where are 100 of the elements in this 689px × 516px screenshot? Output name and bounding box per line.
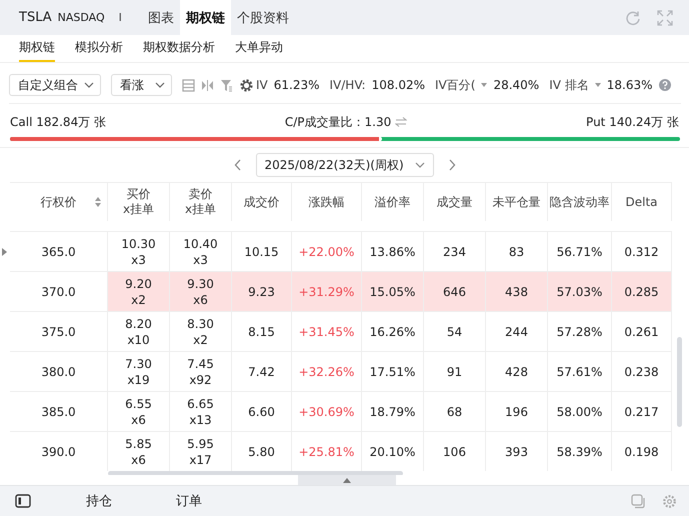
settings-icon[interactable] xyxy=(239,78,254,92)
iv-percentile-label: IV百分( xyxy=(435,76,476,94)
column-header[interactable]: 涨跌幅 xyxy=(308,194,344,210)
table-cell: 68 xyxy=(446,404,462,418)
previous-icon[interactable] xyxy=(234,159,242,171)
sort-icon[interactable] xyxy=(95,197,101,207)
table-row[interactable]: 385.0 6.55 x6 6.65 x13 6.60 +30.69% 18.79% 68 196 58.00% 0.217 xyxy=(10,391,672,431)
iv-rank-value: 18.63% xyxy=(606,78,653,92)
table-cell: 8.20 x10 xyxy=(125,316,152,348)
chevron-down-icon[interactable] xyxy=(414,162,424,168)
bottom-tab[interactable]: 持仓 xyxy=(77,492,121,510)
table-row[interactable]: 380.0 7.30 x19 7.45 x92 7.42 +32.26% 17.51% 91 428 57.61% 0.238 xyxy=(10,351,672,391)
table-cell: 0.238 xyxy=(624,364,659,378)
table-cell: +30.69% xyxy=(298,404,354,418)
table-cell: 6.60 xyxy=(248,404,275,418)
table-cell: 438 xyxy=(505,284,528,298)
table-cell: 385.0 xyxy=(41,404,76,418)
table-row[interactable]: 370.0 9.20 x2 9.30 x6 9.23 +31.29% 15.05% 646 438 57.03% 0.285 xyxy=(10,271,672,311)
table-cell: 0.285 xyxy=(624,284,659,298)
table-cell: 9.20 x2 xyxy=(125,276,152,308)
table-cell: 13.86% xyxy=(370,244,416,258)
table-cell: 0.261 xyxy=(624,324,659,338)
fullscreen-icon[interactable] xyxy=(657,10,673,26)
column-header[interactable]: 买价 x挂单 xyxy=(122,187,154,217)
view-tab[interactable]: 图表 xyxy=(142,0,180,35)
table-cell: +22.00% xyxy=(298,244,354,258)
table-cell: 106 xyxy=(443,444,466,458)
table-cell: 83 xyxy=(508,244,524,258)
bottom-tab[interactable]: 订单 xyxy=(167,492,211,510)
table-cell: 56.71% xyxy=(556,244,602,258)
table-cell: 0.312 xyxy=(624,244,659,258)
column-header[interactable]: 行权价 xyxy=(40,194,76,210)
sub-tab[interactable]: 期权链 xyxy=(19,35,55,62)
caret-icon[interactable] xyxy=(481,83,488,87)
table-cell: 390.0 xyxy=(41,444,76,458)
table-cell: 0.217 xyxy=(624,404,659,418)
table-cell: 10.40 x3 xyxy=(183,236,218,268)
table-cell: 375.0 xyxy=(41,324,76,338)
call-volume: Call 182.84万 张 xyxy=(10,114,106,130)
table-cell: 5.95 x17 xyxy=(187,436,214,468)
next-icon[interactable] xyxy=(448,159,456,171)
table-cell: 57.61% xyxy=(556,364,602,378)
expiry-dropdown[interactable]: 2025/08/22(32天)(周权) xyxy=(256,153,434,177)
iv-rank-label: IV 排名 xyxy=(549,76,589,94)
column-header[interactable]: 未平仓量 xyxy=(492,194,540,210)
direction-dropdown[interactable]: 看涨 xyxy=(111,74,172,96)
sub-tab[interactable]: 期权数据分析 xyxy=(143,35,215,62)
copy-icon[interactable] xyxy=(631,494,646,508)
table-cell: 9.30 x6 xyxy=(187,276,214,308)
ticker-symbol: TSLA xyxy=(19,10,52,25)
column-header[interactable]: 溢价率 xyxy=(374,194,410,210)
column-header[interactable]: 成交量 xyxy=(436,194,472,210)
combo-dropdown[interactable]: 自定义组合 xyxy=(9,74,101,96)
layout-icon[interactable] xyxy=(182,78,195,92)
put-volume: Put 140.24万 张 xyxy=(586,114,679,130)
table-cell: 244 xyxy=(505,324,528,338)
table-row[interactable]: 390.0 5.85 x6 5.95 x17 5.80 +25.81% 20.10% 106 393 58.39% 0.198 xyxy=(10,431,672,471)
help-icon[interactable] xyxy=(658,79,671,91)
filter-icon[interactable] xyxy=(220,78,233,92)
table-cell: 8.30 x2 xyxy=(187,316,214,348)
column-header[interactable]: Delta xyxy=(625,194,658,210)
separator-mark: I xyxy=(118,11,122,24)
view-tab[interactable]: 期权链 xyxy=(180,0,231,35)
table-cell: 10.15 xyxy=(244,244,279,258)
sub-tab[interactable]: 模拟分析 xyxy=(75,35,123,62)
collapse-handle[interactable] xyxy=(298,475,396,485)
iv-value: 61.23% xyxy=(274,78,320,92)
table-cell: 58.00% xyxy=(556,404,602,418)
iv-label: IV xyxy=(256,78,268,92)
exchange-label: NASDAQ xyxy=(58,11,105,24)
table-cell: 7.42 xyxy=(248,364,275,378)
table-row[interactable]: 375.0 8.20 x10 8.30 x2 8.15 +31.45% 16.26% 54 244 57.28% 0.261 xyxy=(10,311,672,351)
table-cell: 7.45 x92 xyxy=(187,356,214,388)
column-header[interactable]: 卖价 x挂单 xyxy=(184,187,216,217)
expand-left-icon[interactable] xyxy=(2,248,7,256)
table-cell: 9.23 xyxy=(248,284,275,298)
table-cell: 15.05% xyxy=(370,284,416,298)
column-header[interactable]: 隐含波动率 xyxy=(550,194,610,210)
caret-icon[interactable] xyxy=(594,83,601,87)
chevron-down-icon[interactable] xyxy=(155,82,165,88)
panel-icon[interactable] xyxy=(15,494,31,508)
table-cell: +32.26% xyxy=(298,364,354,378)
column-header[interactable]: 成交价 xyxy=(244,194,280,210)
table-cell: 6.55 x6 xyxy=(125,396,152,428)
swap-icon[interactable] xyxy=(395,117,408,127)
table-cell: 5.85 x6 xyxy=(125,436,152,468)
refresh-icon[interactable] xyxy=(625,10,641,26)
view-tab[interactable]: 个股资料 xyxy=(230,0,295,35)
table-cell: 0.198 xyxy=(624,444,659,458)
table-cell: 18.79% xyxy=(370,404,416,418)
table-cell: 370.0 xyxy=(41,284,76,298)
scrollbar[interactable] xyxy=(108,471,403,475)
table-cell: 7.30 x19 xyxy=(125,356,152,388)
compare-icon[interactable] xyxy=(201,78,214,92)
sub-tab[interactable]: 大单异动 xyxy=(235,35,283,62)
scrollbar[interactable] xyxy=(676,337,682,427)
table-cell: 17.51% xyxy=(370,364,416,378)
table-cell: +31.29% xyxy=(298,284,354,298)
chevron-down-icon[interactable] xyxy=(84,82,94,88)
table-cell: 54 xyxy=(446,324,462,338)
